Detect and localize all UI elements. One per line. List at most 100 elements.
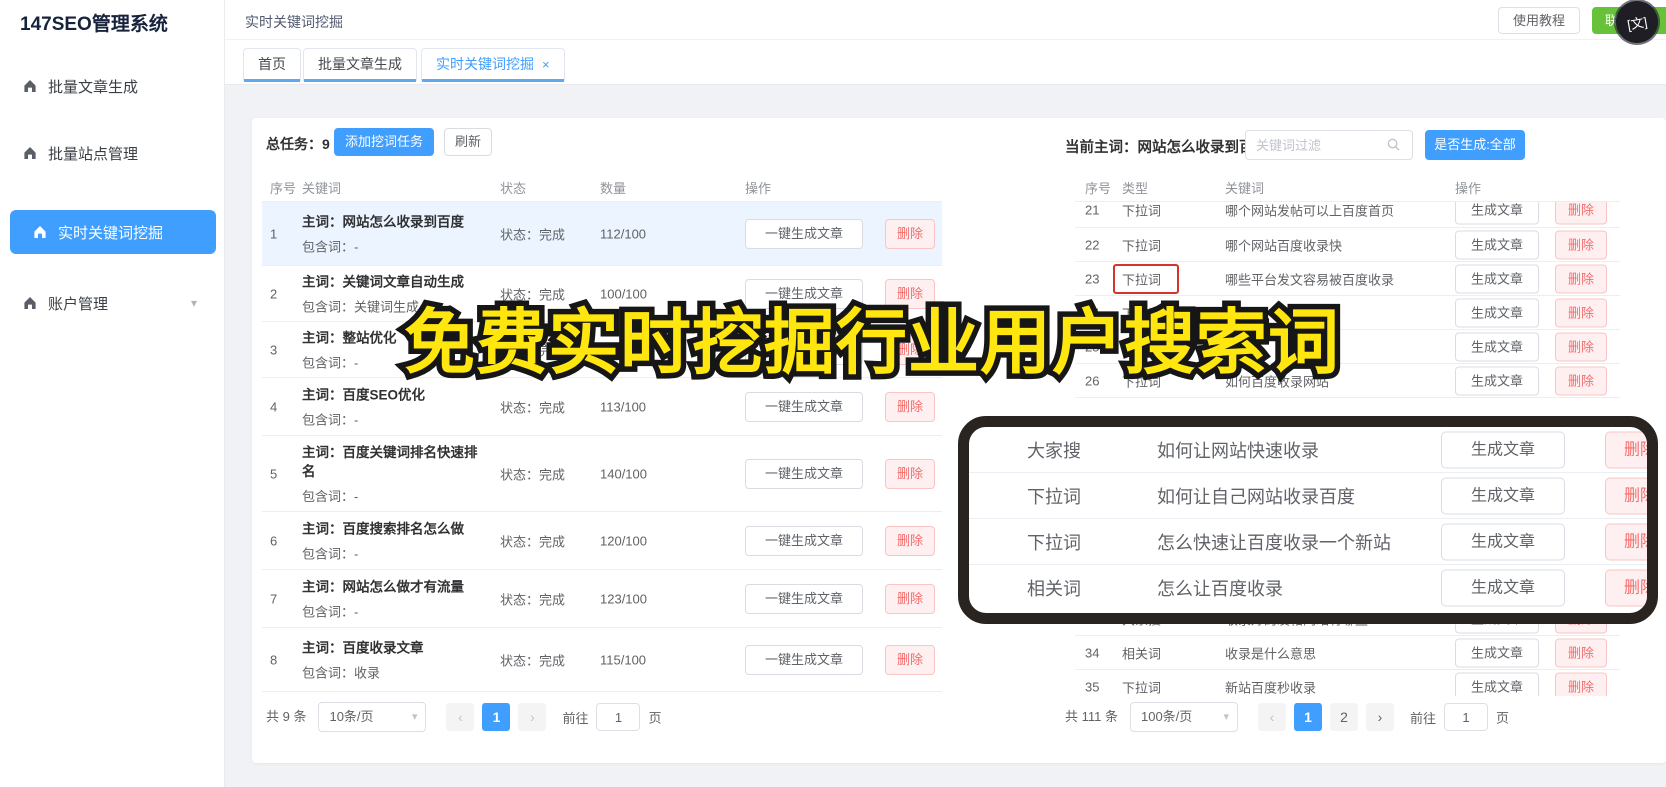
table-row[interactable]: 6 主词：百度搜索排名怎么做 包含词：- 状态：完成 120/100 一键生成文章… — [262, 512, 942, 570]
generate-article-button[interactable]: 生成文章 — [1455, 202, 1539, 225]
add-task-button[interactable]: 添加挖词任务 — [334, 128, 434, 156]
prev-page-button[interactable]: ‹ — [1257, 703, 1286, 731]
delete-button[interactable]: 删除 — [885, 644, 935, 675]
generate-article-button[interactable]: 生成文章 — [1441, 569, 1565, 607]
tab-realtime-keyword[interactable]: 实时关键词挖掘 × — [421, 48, 565, 82]
delete-button[interactable]: 删除 — [885, 458, 935, 489]
home-icon — [24, 147, 36, 159]
page-size-value: 100条/页 — [1140, 709, 1193, 724]
row-keyword: 主词：百度搜索排名怎么做 — [302, 521, 464, 536]
delete-button[interactable]: 删除 — [1555, 202, 1607, 225]
delete-button[interactable]: 删除 — [1605, 569, 1647, 607]
row-status: 状态：完成 — [500, 400, 566, 415]
row-keyword: 哪个网站百度收录快 — [1225, 238, 1343, 253]
sidebar-item-batch-article[interactable]: 批量文章生成 — [0, 64, 225, 108]
generate-article-button[interactable]: 生成文章 — [1455, 230, 1539, 259]
task-table: 序号 关键词 状态 数量 操作 1 主词：网站怎么收录到百度 包含词：- 状态：完… — [262, 174, 942, 692]
next-page-button[interactable]: › — [1365, 703, 1394, 731]
row-keyword: 怎么快速让百度收录一个新站 — [1157, 532, 1391, 553]
sidebar-item-account[interactable]: 账户管理 ▾ — [0, 281, 225, 325]
delete-button[interactable]: 删除 — [1555, 638, 1607, 667]
sidebar-item-label: 账户管理 — [48, 295, 109, 313]
page-size-select[interactable]: 100条/页 ▾ — [1129, 702, 1238, 732]
delete-button[interactable]: 删除 — [1605, 431, 1647, 468]
page-button-1[interactable]: 1 — [1293, 703, 1322, 731]
goto-page-input[interactable] — [1444, 703, 1488, 731]
next-page-button[interactable]: › — [518, 703, 547, 731]
table-row[interactable]: 34 相关词 收录是什么意思 生成文章 删除 — [1075, 636, 1620, 670]
top-header: 实时关键词挖掘 使用教程 联系客服 [文] — [225, 0, 1666, 47]
table-row[interactable]: 35 下拉词 新站百度秒收录 生成文章 删除 — [1075, 670, 1620, 696]
sidebar-item-label: 实时关键词挖掘 — [58, 224, 164, 242]
delete-button[interactable]: 删除 — [885, 525, 935, 556]
col-status: 状态 — [500, 181, 527, 196]
table-row[interactable]: 5 主词：百度关键词排名快速排名 包含词：- 状态：完成 140/100 一键生成… — [262, 436, 942, 512]
generate-article-button[interactable]: 一键生成文章 — [745, 391, 863, 422]
generate-article-button[interactable]: 一键生成文章 — [745, 525, 863, 556]
generate-article-button[interactable]: 生成文章 — [1455, 672, 1539, 696]
generate-article-button[interactable]: 生成文章 — [1441, 523, 1565, 560]
row-include: 包含词：- — [302, 412, 359, 427]
pagination-total: 共 9 条 — [266, 709, 307, 724]
generate-all-button[interactable]: 是否生成:全部 — [1425, 130, 1525, 160]
table-row[interactable]: 22 下拉词 哪个网站百度收录快 生成文章 删除 — [1075, 228, 1620, 262]
delete-button[interactable]: 删除 — [1555, 366, 1607, 395]
generate-article-button[interactable]: 生成文章 — [1455, 264, 1539, 293]
pagination-total: 共 111 条 — [1065, 709, 1118, 724]
delete-button[interactable]: 删除 — [885, 583, 935, 614]
generate-article-button[interactable]: 生成文章 — [1455, 332, 1539, 361]
generate-article-button[interactable]: 生成文章 — [1441, 431, 1565, 468]
row-status: 状态：完成 — [500, 534, 566, 549]
table-row[interactable]: 8 主词：百度收录文章 包含词：收录 状态：完成 115/100 一键生成文章 删… — [262, 628, 942, 692]
page-button-1[interactable]: 1 — [482, 703, 511, 731]
delete-button[interactable]: 删除 — [1555, 264, 1607, 293]
row-keyword: 新站百度秒收录 — [1225, 680, 1317, 696]
table-row[interactable]: 7 主词：网站怎么做才有流量 包含词：- 状态：完成 123/100 一键生成文章… — [262, 570, 942, 628]
table-row[interactable]: 21 下拉词 哪个网站发帖可以上百度首页 生成文章 删除 — [1075, 202, 1620, 228]
close-icon[interactable]: × — [542, 57, 550, 72]
generate-article-button[interactable]: 一键生成文章 — [745, 458, 863, 489]
refresh-button[interactable]: 刷新 — [444, 128, 492, 156]
goto-page-input[interactable] — [596, 703, 641, 731]
row-keyword: 主词：网站怎么收录到百度 — [302, 214, 464, 229]
left-pagination: 共 9 条 10条/页 ▾ ‹1› 前往 页 — [266, 702, 662, 732]
table-row[interactable]: 1 主词：网站怎么收录到百度 包含词：- 状态：完成 112/100 一键生成文章… — [262, 202, 942, 266]
delete-button[interactable]: 删除 — [1605, 523, 1647, 560]
col-num: 序号 — [270, 181, 297, 196]
delete-button[interactable]: 删除 — [885, 391, 935, 422]
generate-article-button[interactable]: 一键生成文章 — [745, 218, 863, 249]
page-size-select[interactable]: 10条/页 ▾ — [318, 702, 427, 732]
row-count: 140/100 — [600, 466, 647, 481]
delete-button[interactable]: 删除 — [1605, 477, 1647, 514]
task-table-header: 序号 关键词 状态 数量 操作 — [262, 174, 942, 202]
row-num: 5 — [270, 466, 278, 481]
sidebar-item-realtime-keyword[interactable]: 实时关键词挖掘 — [10, 210, 216, 254]
sidebar: 147SEO管理系统 批量文章生成 批量站点管理 实时关键词挖掘 账户管理 ▾ — [0, 0, 225, 787]
generate-article-button[interactable]: 生成文章 — [1455, 298, 1539, 327]
delete-button[interactable]: 删除 — [1555, 332, 1607, 361]
delete-button[interactable]: 删除 — [1555, 672, 1607, 696]
generate-article-button[interactable]: 一键生成文章 — [745, 583, 863, 614]
sidebar-item-batch-site[interactable]: 批量站点管理 — [0, 131, 225, 175]
generate-article-button[interactable]: 生成文章 — [1455, 366, 1539, 395]
row-status: 状态：完成 — [500, 592, 566, 607]
delete-button[interactable]: 删除 — [1555, 298, 1607, 327]
tab-home[interactable]: 首页 — [243, 48, 301, 82]
popup-row: 下拉词 如何让自己网站收录百度 生成文章 删除 — [969, 473, 1647, 519]
prev-page-button[interactable]: ‹ — [446, 703, 475, 731]
row-status: 状态：完成 — [500, 227, 566, 242]
generate-article-button[interactable]: 生成文章 — [1455, 638, 1539, 667]
help-button[interactable]: 使用教程 — [1498, 7, 1580, 34]
delete-button[interactable]: 删除 — [1555, 230, 1607, 259]
page-button-2[interactable]: 2 — [1329, 703, 1358, 731]
generate-article-button[interactable]: 生成文章 — [1441, 477, 1565, 514]
generate-article-button[interactable]: 一键生成文章 — [745, 644, 863, 675]
row-num: 1 — [270, 226, 278, 241]
row-type: 大家搜 — [1027, 440, 1081, 461]
row-type: 相关词 — [1122, 646, 1162, 661]
delete-button[interactable]: 删除 — [885, 218, 935, 249]
tab-batch-article[interactable]: 批量文章生成 — [303, 48, 417, 82]
row-num: 22 — [1085, 237, 1100, 252]
col-num: 序号 — [1085, 181, 1112, 196]
row-type: 下拉词 — [1122, 203, 1162, 219]
